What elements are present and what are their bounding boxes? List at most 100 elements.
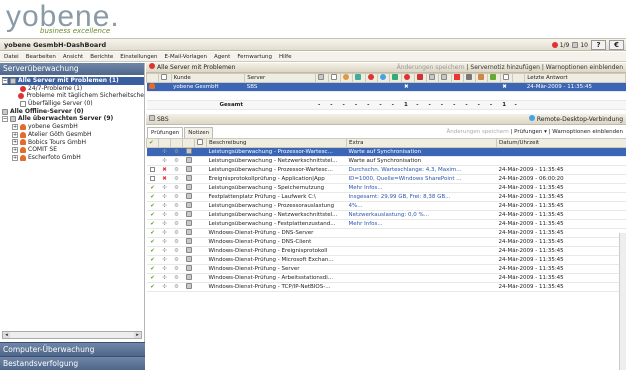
help-button[interactable]: ? — [591, 40, 606, 50]
collapse-icon[interactable]: − — [2, 116, 8, 122]
asset-tracking-button[interactable]: Bestandsverfolgung — [0, 356, 145, 370]
tree-horizontal-scrollbar[interactable]: ◂ ▸ — [2, 331, 142, 339]
tree-node[interactable]: −Alle Server mit Problemen (1) — [2, 77, 144, 85]
remote-desktop-link[interactable]: Remote-Desktop-Verbindung — [529, 114, 626, 124]
checks-vertical-scrollbar[interactable] — [619, 233, 626, 370]
check-row[interactable]: ✔✣⚙Festplattenplatz Prüfung - Laufwerk C… — [147, 193, 626, 202]
col-server[interactable]: Server — [245, 74, 316, 83]
check-row[interactable]: ✔✣⚙Leistungsüberwachung - Netzwerkschnit… — [147, 211, 626, 220]
col-description[interactable]: Beschreibung — [207, 139, 347, 148]
expand-icon[interactable]: + — [12, 147, 18, 153]
menu-item[interactable]: Berichte — [90, 52, 113, 61]
menu-item[interactable]: Hilfe — [279, 52, 292, 61]
check-extra[interactable]: 4%... — [349, 203, 363, 209]
problem-server-row[interactable]: yobene GesmbH SBS ✖ ✖ 24-Mär-2009 - 11:3… — [147, 83, 626, 92]
show-warning-options-link[interactable]: Warnoptionen einblenden — [546, 64, 623, 71]
save-changes-link[interactable]: Änderungen speichern — [397, 64, 465, 71]
menu-item[interactable]: Agent — [214, 52, 230, 61]
col-check-11[interactable] — [439, 74, 451, 83]
check-extra[interactable]: Mehr Infos... — [349, 221, 383, 227]
col-check-10[interactable] — [427, 74, 439, 83]
col-check-4[interactable] — [353, 74, 365, 83]
row-checkbox[interactable] — [150, 167, 155, 172]
check-row[interactable]: ✣⚙Leistungsüberwachung - Prozessor-Warte… — [147, 148, 626, 157]
scroll-left-icon[interactable]: ◂ — [3, 332, 10, 338]
tree-node[interactable]: Alle Offline-Server (0) — [2, 108, 144, 116]
tree-node[interactable]: 24/7-Probleme (1) — [2, 85, 144, 93]
check-row[interactable]: ✔✣⚙Leistungsüberwachung - Prozessorausla… — [147, 202, 626, 211]
tree-node[interactable]: +COMIT SE — [2, 146, 144, 154]
menu-item[interactable]: Ansicht — [63, 52, 83, 61]
col-check-6[interactable] — [377, 74, 389, 83]
menu-item[interactable]: Einstellungen — [120, 52, 157, 61]
tree-node[interactable]: +Bobics Tours GmbH — [2, 139, 144, 147]
check-row[interactable]: ✔✣⚙Windows-Dienst-Prüfung - Arbeitsstati… — [147, 274, 626, 283]
col-check-2[interactable] — [328, 74, 340, 83]
tab-checks[interactable]: Prüfungen — [147, 127, 183, 138]
check-row[interactable]: ✖⚙Leistungsüberwachung - Prozessor-Warte… — [147, 166, 626, 175]
check-row[interactable]: ✔✣⚙Windows-Dienst-Prüfung - Microsoft Ex… — [147, 256, 626, 265]
check-extra[interactable]: ID=1000, Quelle=Windows SharePoint ... — [349, 176, 462, 182]
check-row[interactable]: ✔✣⚙Windows-Dienst-Prüfung - Ereignisprot… — [147, 247, 626, 256]
tree-node[interactable]: Überfällige Server (0) — [2, 100, 144, 108]
col-check-16[interactable] — [500, 74, 512, 83]
col-check-14[interactable] — [476, 74, 488, 83]
check-extra[interactable]: Netzwerkauslastung: 0,0 %... — [349, 212, 429, 218]
menu-item[interactable]: Datei — [4, 52, 19, 61]
expand-icon[interactable]: + — [12, 155, 18, 161]
check-row[interactable]: ✔✣⚙Windows-Dienst-Prüfung - DNS-Client24… — [147, 238, 626, 247]
check-row[interactable]: ✔✣⚙Windows-Dienst-Prüfung - TCP/IP-NetBI… — [147, 283, 626, 292]
server-monitoring-header[interactable]: Serverüberwachung — [0, 63, 144, 75]
col-last-response[interactable]: Letzte Antwort — [525, 74, 626, 83]
tree-node[interactable]: +yobene GesmbH — [2, 123, 144, 131]
col-check-9[interactable] — [414, 74, 426, 83]
col-kunde[interactable]: Kunde — [171, 74, 245, 83]
col-check-5[interactable] — [365, 74, 377, 83]
col-select[interactable] — [147, 74, 159, 83]
row-error-mark[interactable]: ✖ — [402, 83, 414, 92]
expand-icon[interactable]: + — [12, 139, 18, 145]
check-row[interactable]: ✔✣⚙Windows-Dienst-Prüfung - DNS-Server24… — [147, 229, 626, 238]
sbs-warning-options-link[interactable]: Warnoptionen einblenden — [552, 129, 623, 135]
col-check-12[interactable] — [451, 74, 463, 83]
tree-node[interactable]: Probleme mit täglichem Sicherheitsche — [2, 92, 144, 100]
tree-node[interactable]: +Escherfoto GmbH — [2, 154, 144, 162]
tree-node[interactable]: +Atelier Göth GesmbH — [2, 131, 144, 139]
col-check-8[interactable] — [402, 74, 414, 83]
sbs-save-changes-link[interactable]: Änderungen speichern — [446, 129, 508, 135]
currency-button[interactable]: € — [609, 40, 624, 50]
collapse-icon[interactable]: − — [2, 78, 8, 84]
row-error-mark-2[interactable]: ✖ — [500, 83, 512, 92]
expand-icon[interactable]: + — [12, 124, 18, 130]
check-row[interactable]: ✣⚙Leistungsüberwachung - Netzwerkschnitt… — [147, 157, 626, 166]
computer-monitoring-button[interactable]: Computer-Überwachung — [0, 342, 145, 356]
menu-item[interactable]: Fernwartung — [237, 52, 272, 61]
check-row[interactable]: ✖⚙Ereignisprotokollprüfung - Application… — [147, 175, 626, 184]
col-check-3[interactable] — [341, 74, 353, 83]
col-status[interactable]: ✔ — [147, 139, 159, 148]
check-extra[interactable]: Insgesamt: 29,99 GB, Frei: 8,38 GB... — [349, 194, 451, 200]
expand-icon[interactable]: + — [12, 132, 18, 138]
col-note[interactable] — [159, 74, 171, 83]
check-row[interactable]: ✔✣⚙Leistungsüberwachung - Speichernutzun… — [147, 184, 626, 193]
check-row[interactable]: ✔✣⚙Leistungsüberwachung - Festplattenzus… — [147, 220, 626, 229]
col-extra[interactable]: Extra — [347, 139, 497, 148]
col-date[interactable]: Datum/Uhrzeit — [497, 139, 626, 148]
checks-dropdown[interactable]: Prüfungen ▾ — [514, 129, 547, 135]
row-checkbox[interactable] — [150, 176, 155, 181]
tree-node[interactable]: −Alle überwachten Server (9) — [2, 115, 144, 123]
tab-notes[interactable]: Notizen — [184, 127, 213, 138]
col-check-7[interactable] — [390, 74, 402, 83]
col-check-13[interactable] — [463, 74, 475, 83]
check-extra[interactable]: Mehr Infos... — [349, 185, 383, 191]
add-server-note-link[interactable]: Servernotiz hinzufügen — [470, 64, 540, 71]
scroll-right-icon[interactable]: ▸ — [134, 332, 141, 338]
check-row[interactable]: ✔✣⚙Windows-Dienst-Prüfung - Server24-Mär… — [147, 265, 626, 274]
col-note-icon[interactable] — [195, 139, 207, 148]
col-check-1[interactable] — [316, 74, 328, 83]
menu-item[interactable]: E-Mail-Vorlagen — [165, 52, 208, 61]
col-check-17[interactable] — [512, 74, 524, 83]
check-extra[interactable]: Durchschn. Warteschlange: 4,3, Maxim... — [349, 167, 462, 173]
col-check-15[interactable] — [488, 74, 500, 83]
menu-item[interactable]: Bearbeiten — [26, 52, 56, 61]
